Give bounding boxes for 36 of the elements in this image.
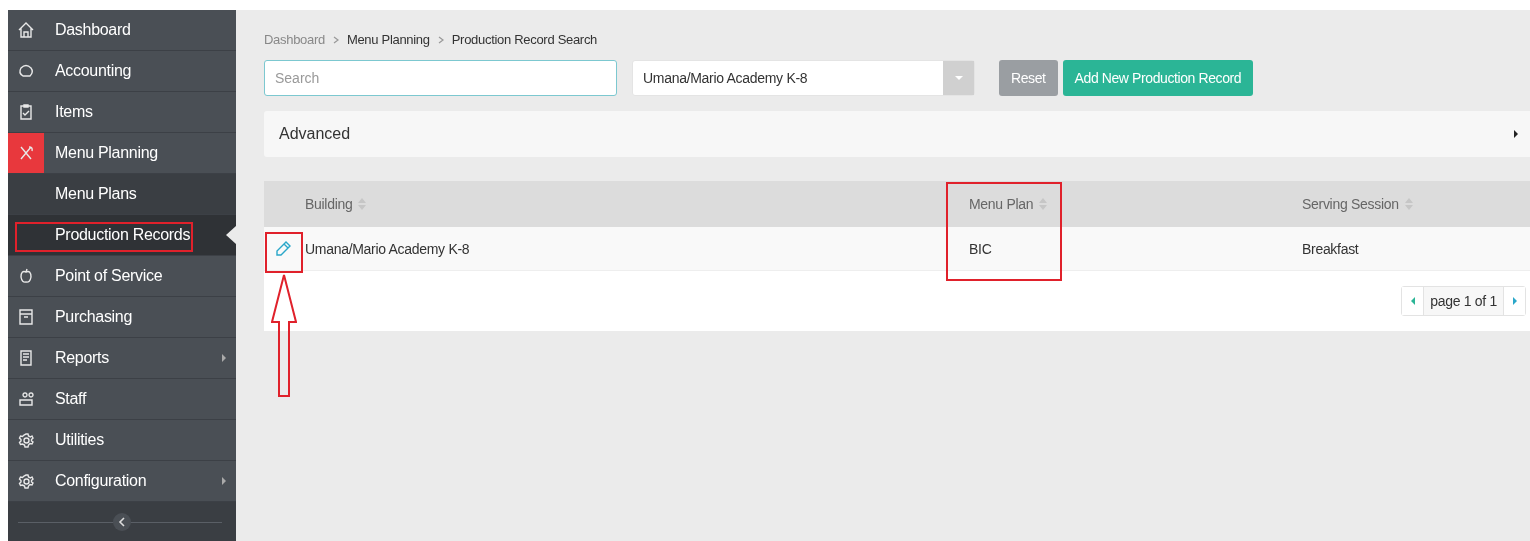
column-header[interactable]: Menu Plan [969,196,1302,212]
highlight-frame [265,232,303,273]
breadcrumb-link[interactable]: Production Record Search [451,32,598,47]
sidebar-subitem[interactable]: Production Records [8,215,236,256]
column-header[interactable]: Building [305,196,969,212]
right-arrow-icon [1510,297,1519,305]
sidebar-subitem[interactable]: Menu Plans [8,174,236,215]
sidebar-item[interactable]: Menu Planning [8,133,236,174]
gear-icon [17,472,35,490]
collapse-button[interactable] [113,512,131,531]
building-select[interactable]: Umana/Mario Academy K-8 [632,60,975,96]
table-cell-text: BIC [969,240,993,257]
clipboard-icon [17,103,35,121]
breadcrumb-link[interactable]: Menu Planning [346,32,430,47]
edit-button[interactable] [274,239,292,258]
advanced-panel[interactable]: Advanced [264,111,1530,157]
apple-icon [17,267,35,285]
chevron-right-icon [437,35,444,44]
chevron-left-icon [118,516,126,527]
archive-box-icon [17,308,35,326]
piggy-bank-icon [17,62,35,80]
chevron-right-icon [332,35,339,44]
report-icon [17,349,35,367]
utensils-icon [17,144,35,162]
chevron-right-icon [220,477,228,485]
expand-caret-icon [1512,130,1520,138]
table-cell-text: Umana/Mario Academy K-8 [305,240,471,257]
search-field[interactable]: Search [264,60,617,96]
chevron-right-icon [220,354,228,362]
gear-icon [17,431,35,449]
page-indicator: page 1 of 1 [1423,287,1504,315]
table-cell-text: Breakfast [1302,240,1360,257]
column-header[interactable]: Serving Session [1302,196,1530,212]
home-icon [17,21,35,39]
people-icon [17,390,35,408]
caret-icon [954,74,963,82]
